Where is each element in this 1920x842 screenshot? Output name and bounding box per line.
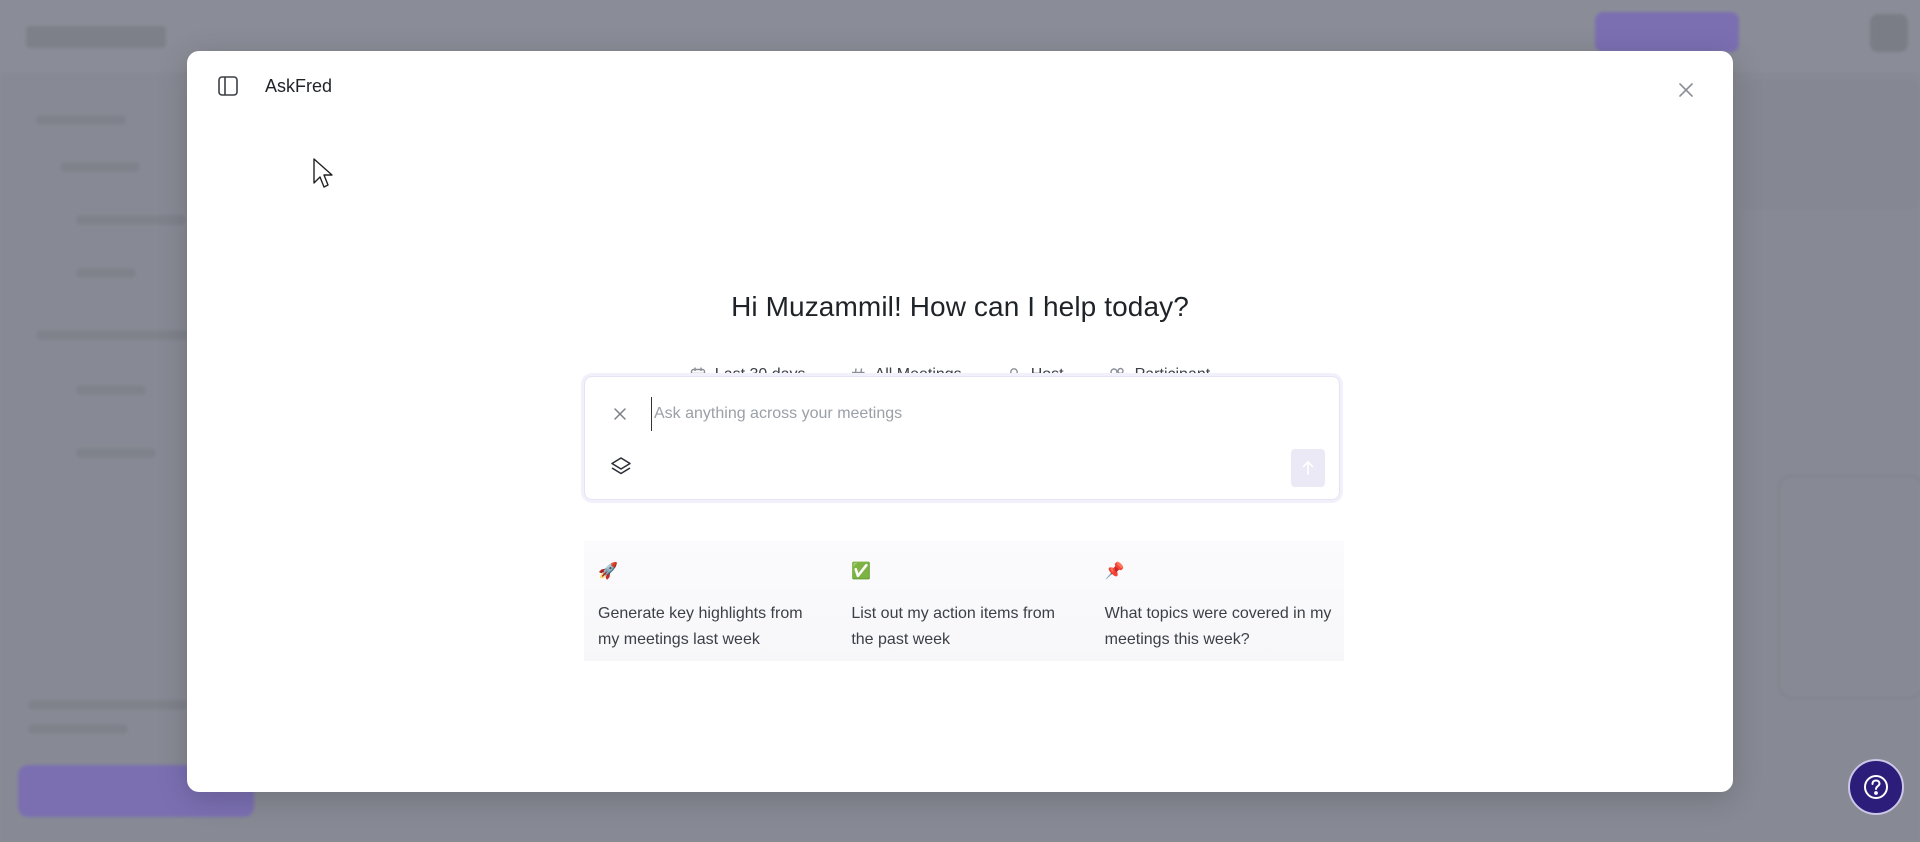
suggestion-list: 🚀 Generate key highlights from my meetin… <box>584 541 1344 661</box>
background-line <box>76 448 156 458</box>
suggestion-card[interactable]: 📌 What topics were covered in my meeting… <box>1091 541 1344 661</box>
background-avatar <box>1870 14 1908 52</box>
pushpin-icon: 📌 <box>1104 563 1125 580</box>
modal-title: AskFred <box>265 76 333 96</box>
help-button[interactable] <box>1848 759 1904 815</box>
question-mark-icon <box>1864 775 1888 799</box>
background-line <box>76 385 146 395</box>
mouse-cursor-icon <box>312 157 336 191</box>
background-line <box>28 724 128 734</box>
rocket-icon: 🚀 <box>598 563 618 580</box>
background-line <box>36 115 126 125</box>
background-line <box>36 330 196 340</box>
suggestion-card[interactable]: ✅ List out my action items from the past… <box>837 541 1090 661</box>
arrow-up-icon <box>1302 460 1314 475</box>
close-icon[interactable] <box>1675 79 1697 101</box>
background-line <box>28 700 188 710</box>
askfred-modal: AskFred Hi Muzammil! How can I help toda… <box>187 51 1733 792</box>
send-button[interactable] <box>1291 449 1325 487</box>
background-line <box>60 162 140 172</box>
background-right-panel <box>1740 80 1920 210</box>
layers-icon[interactable] <box>609 455 633 479</box>
background-line <box>76 268 136 278</box>
suggestion-text: Generate key highlights from my meetings… <box>598 605 803 648</box>
clear-icon[interactable] <box>611 405 629 423</box>
background-cta-button <box>1595 12 1739 52</box>
suggestion-text: What topics were covered in my meetings … <box>1104 605 1332 648</box>
check-box-icon: ✅ <box>851 563 872 580</box>
background-line <box>76 215 186 225</box>
modal-header: AskFred <box>187 51 1733 113</box>
suggestion-card[interactable]: 🚀 Generate key highlights from my meetin… <box>584 541 837 661</box>
background-right-card <box>1778 475 1920 699</box>
sidebar-toggle-icon[interactable] <box>217 75 239 97</box>
suggestion-text: List out my action items from the past w… <box>851 605 1055 648</box>
ask-composer <box>584 376 1340 500</box>
background-logo <box>26 26 166 48</box>
greeting-heading: Hi Muzammil! How can I help today? <box>731 291 1189 322</box>
ask-input[interactable] <box>651 397 1296 431</box>
